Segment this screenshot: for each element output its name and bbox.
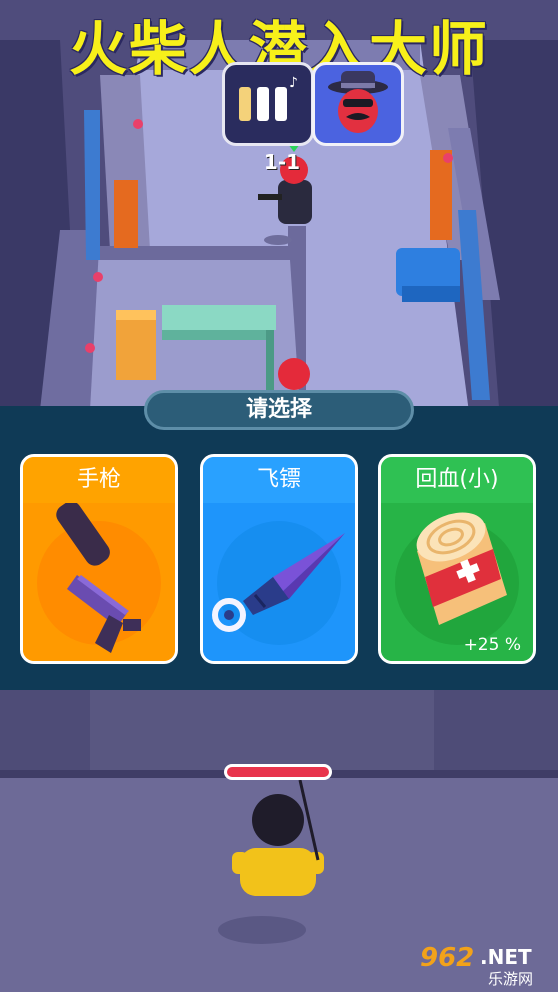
card-label: 手枪 [23, 457, 175, 503]
pause-music-icon: ♪ [239, 75, 298, 121]
heal-amount: +25 % [463, 635, 521, 655]
pistol-icon [37, 503, 161, 653]
card-label: 回血(小) [381, 457, 533, 503]
kunai-dart-icon [212, 521, 345, 645]
item-card-heal-small[interactable]: 回血(小) +25 % [378, 454, 536, 664]
svg-text:♪: ♪ [289, 75, 298, 91]
mafia-boss-icon [328, 71, 388, 133]
card-label: 飞镖 [203, 457, 355, 503]
player-health-bar [224, 764, 332, 780]
level-indicator: 1-1 [263, 150, 301, 174]
watermark-number: 962 [420, 943, 474, 973]
watermark-subtitle: 乐游网 [488, 970, 533, 988]
choose-prompt: 请选择 [144, 390, 414, 430]
pause-button[interactable]: ♪ [222, 62, 314, 146]
watermark-logo: 962 .NET 乐游网 [414, 938, 554, 988]
weapon-card-dart[interactable]: 飞镖 [200, 454, 358, 664]
weapon-card-pistol[interactable]: 手枪 [20, 454, 178, 664]
watermark-domain: .NET [480, 945, 532, 969]
player-health-fill [227, 767, 329, 777]
boss-target-button[interactable] [312, 62, 404, 146]
